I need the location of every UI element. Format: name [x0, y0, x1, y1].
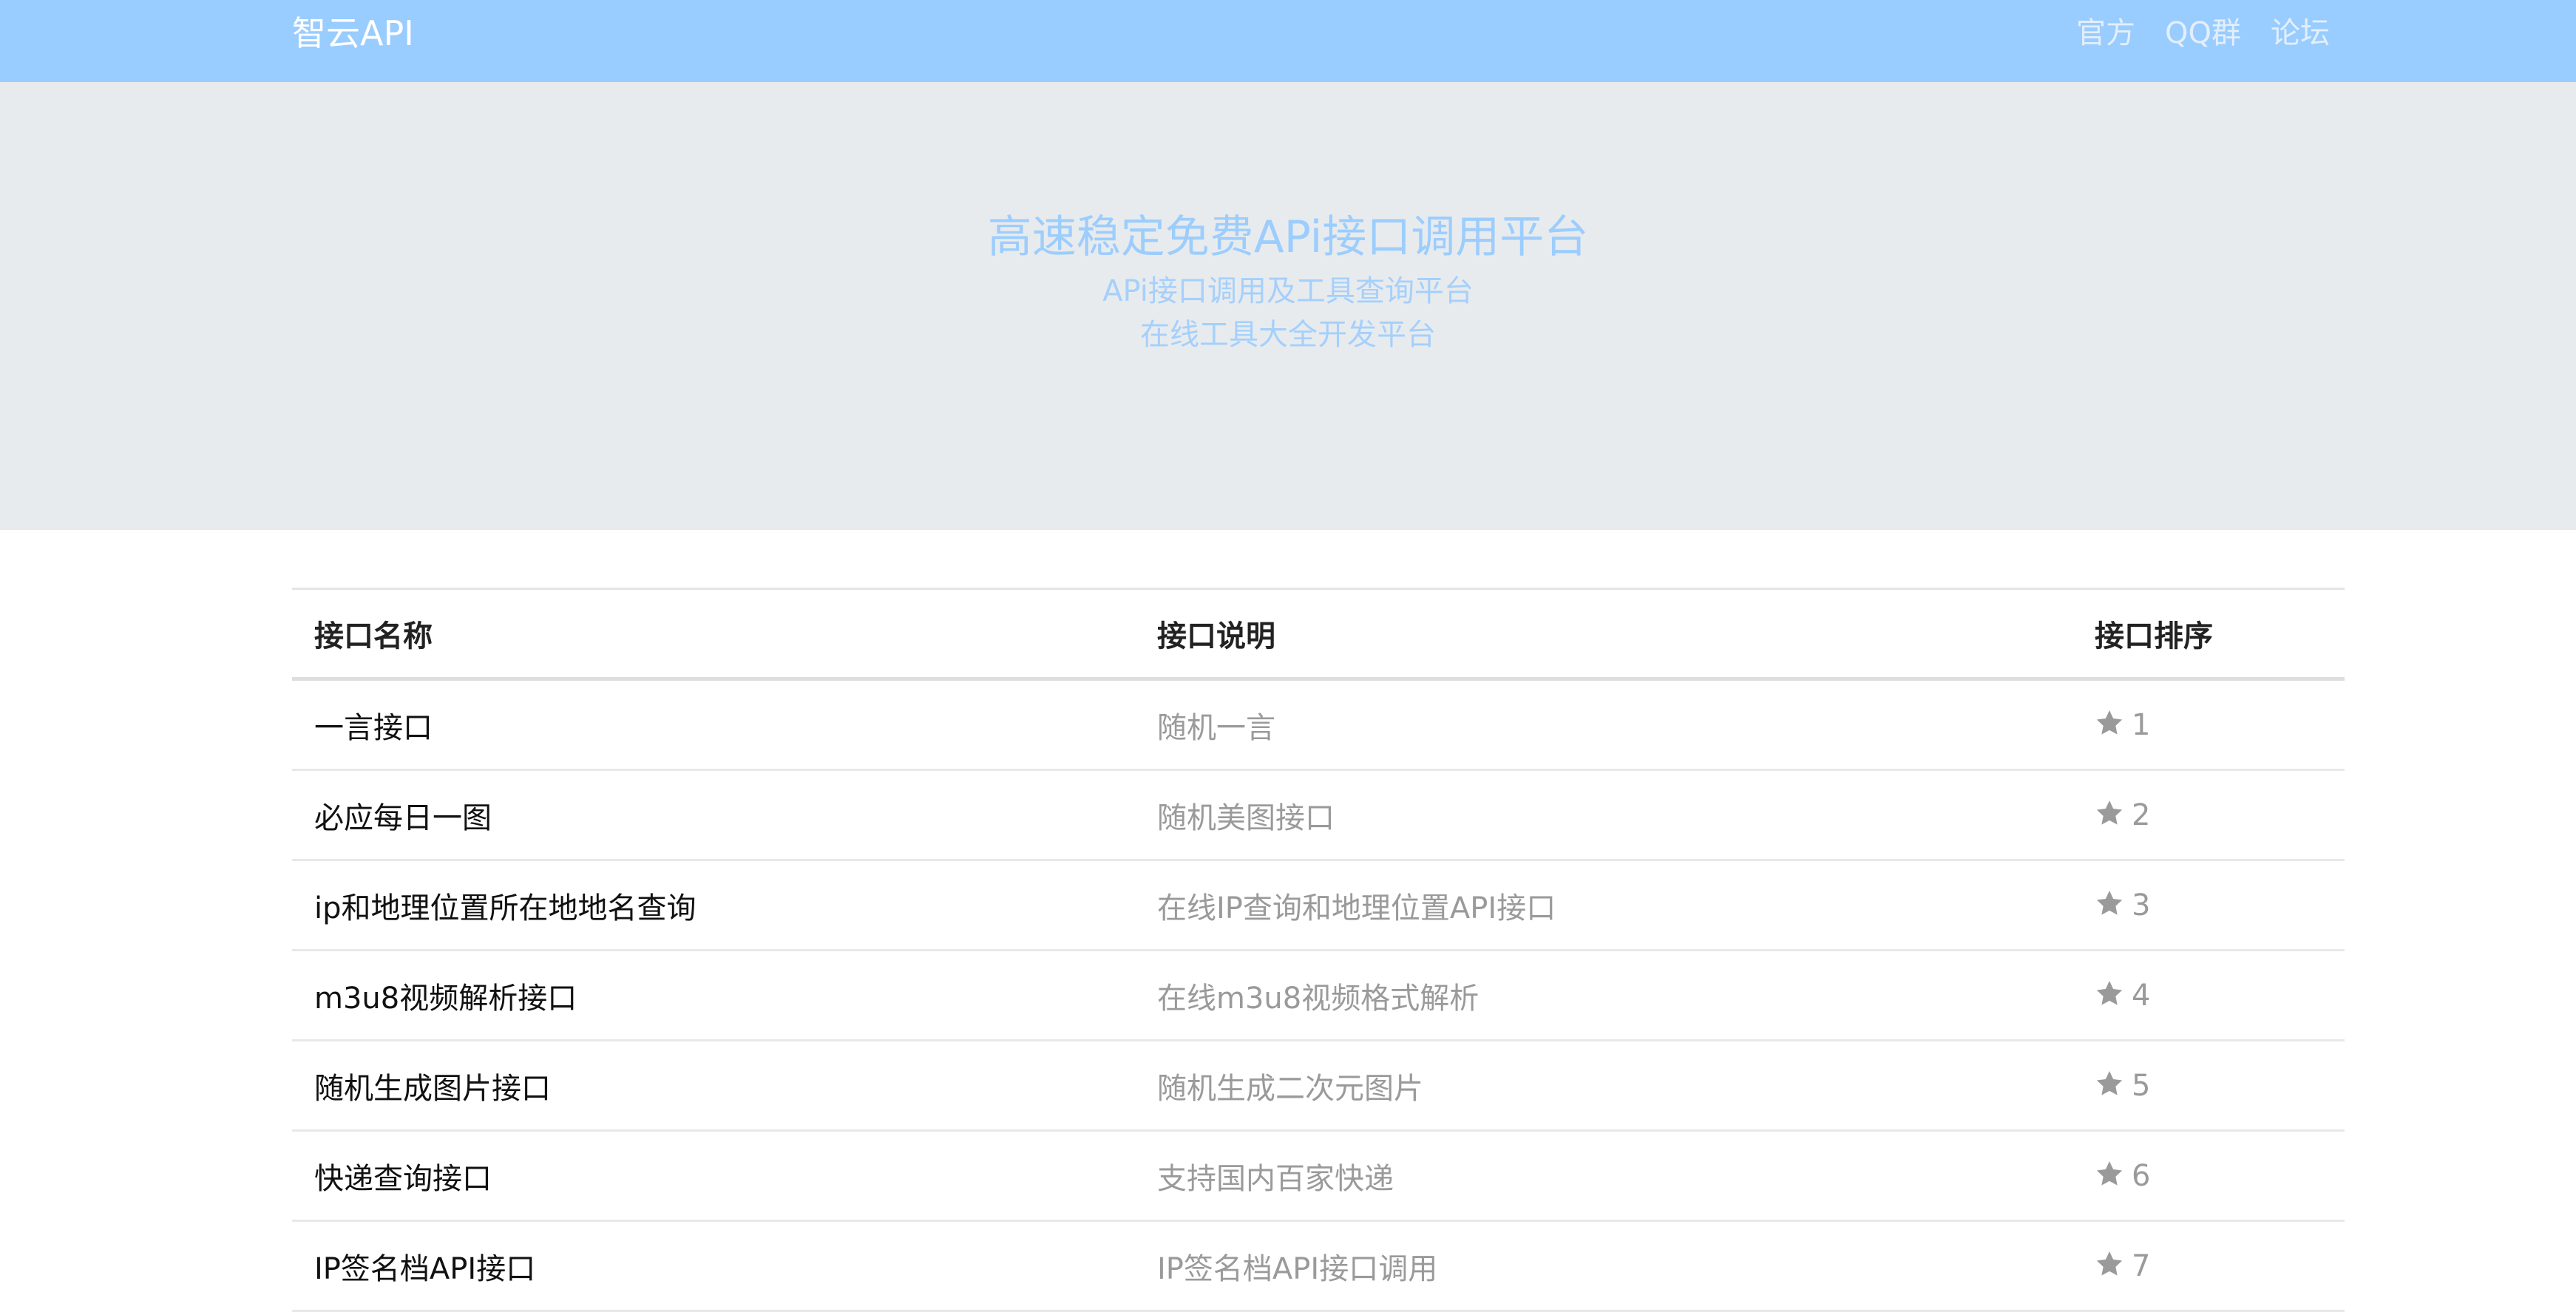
api-description-cell: 随机美图接口 — [1135, 769, 2072, 861]
header-api-rank: 接口排序 — [2072, 588, 2345, 681]
api-name-cell[interactable]: 必应每日一图 — [292, 769, 1135, 861]
api-name-cell[interactable]: ip和地理位置所在地地名查询 — [292, 860, 1135, 951]
rank-number: 6 — [2132, 1158, 2151, 1193]
star-icon — [2095, 979, 2124, 1008]
rank-number: 7 — [2132, 1248, 2151, 1283]
api-table: 接口名称 接口说明 接口排序 一言接口 随机一言 1 必应每日一图 随机美图接口 2 ip和… — [292, 588, 2345, 1312]
table-row: 快递查询接口 支持国内百家快递 6 — [292, 1130, 2345, 1222]
table-row: 必应每日一图 随机美图接口 2 — [292, 769, 2345, 861]
star-icon — [2095, 708, 2124, 738]
api-rank-cell: 3 — [2072, 860, 2345, 951]
rank-number: 5 — [2132, 1068, 2151, 1103]
star-icon — [2095, 1249, 2124, 1279]
api-name-cell[interactable]: m3u8视频解析接口 — [292, 950, 1135, 1041]
api-description-cell: 在线IP查询和地理位置API接口 — [1135, 860, 2072, 951]
header-api-description: 接口说明 — [1135, 588, 2072, 681]
api-description-cell: 在线m3u8视频格式解析 — [1135, 950, 2072, 1041]
brand-logo-link[interactable]: 智云API — [292, 10, 414, 56]
star-icon — [2095, 1159, 2124, 1189]
table-row: ip和地理位置所在地地名查询 在线IP查询和地理位置API接口 3 — [292, 860, 2345, 951]
api-rank-cell: 5 — [2072, 1040, 2345, 1132]
table-row: 随机生成图片接口 随机生成二次元图片 5 — [292, 1040, 2345, 1132]
table-row: IP签名档API接口 IP签名档API接口调用 7 — [292, 1220, 2345, 1312]
hero-banner: 高速稳定免费APi接口调用平台 APi接口调用及工具查询平台 在线工具大全开发平… — [0, 82, 2576, 530]
hero-subtitle-1: APi接口调用及工具查询平台 — [1102, 274, 1474, 308]
hero-title: 高速稳定免费APi接口调用平台 — [987, 211, 1589, 263]
star-icon — [2095, 1069, 2124, 1098]
api-name-cell[interactable]: 随机生成图片接口 — [292, 1040, 1135, 1132]
star-icon — [2095, 888, 2124, 918]
nav-link-official[interactable]: 官方 — [2076, 10, 2135, 56]
api-rank-cell: 2 — [2072, 769, 2345, 861]
api-rank-cell: 1 — [2072, 679, 2345, 771]
api-description-cell: 支持国内百家快递 — [1135, 1130, 2072, 1222]
star-icon — [2095, 798, 2124, 828]
nav-link-qq-group[interactable]: QQ群 — [2165, 10, 2241, 56]
api-name-cell[interactable]: IP签名档API接口 — [292, 1220, 1135, 1312]
nav-links: 官方 QQ群 论坛 — [2076, 10, 2330, 56]
api-table-container: 接口名称 接口说明 接口排序 一言接口 随机一言 1 必应每日一图 随机美图接口 2 ip和… — [292, 588, 2345, 1312]
rank-number: 2 — [2132, 798, 2151, 832]
api-description-cell: 随机一言 — [1135, 679, 2072, 771]
nav-link-forum[interactable]: 论坛 — [2271, 10, 2330, 56]
api-name-cell[interactable]: 快递查询接口 — [292, 1130, 1135, 1222]
api-rank-cell: 7 — [2072, 1220, 2345, 1312]
top-navbar: 智云API 官方 QQ群 论坛 — [0, 0, 2576, 82]
rank-number: 3 — [2132, 888, 2151, 922]
api-description-cell: 随机生成二次元图片 — [1135, 1040, 2072, 1132]
hero-subtitle-2: 在线工具大全开发平台 — [1140, 318, 1436, 352]
table-row: m3u8视频解析接口 在线m3u8视频格式解析 4 — [292, 950, 2345, 1041]
api-name-cell[interactable]: 一言接口 — [292, 679, 1135, 771]
table-row: 一言接口 随机一言 1 — [292, 679, 2345, 771]
api-rank-cell: 6 — [2072, 1130, 2345, 1222]
api-rank-cell: 4 — [2072, 950, 2345, 1041]
table-header-row: 接口名称 接口说明 接口排序 — [292, 588, 2345, 681]
rank-number: 4 — [2132, 978, 2151, 1013]
header-api-name: 接口名称 — [292, 588, 1135, 681]
api-description-cell: IP签名档API接口调用 — [1135, 1220, 2072, 1312]
rank-number: 1 — [2132, 707, 2151, 742]
